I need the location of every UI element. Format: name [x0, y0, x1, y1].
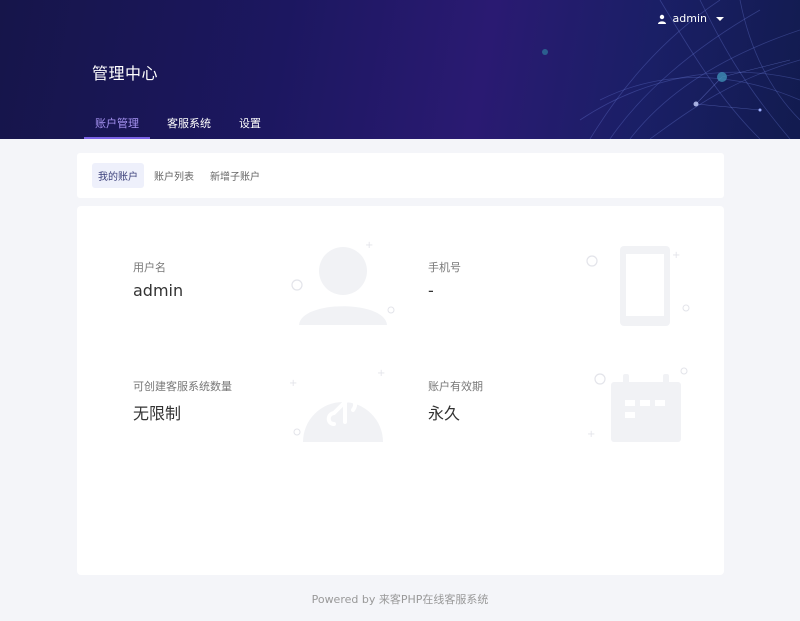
- person-icon: [657, 14, 666, 24]
- nav-tab-service-system[interactable]: 客服系统: [156, 106, 222, 139]
- phone-label: 手机号: [428, 261, 461, 274]
- svg-text:+: +: [377, 368, 385, 379]
- main-nav: 账户管理 客服系统 设置: [84, 106, 278, 139]
- footer-powered-by: Powered by 来客PHP在线客服系统: [311, 593, 489, 606]
- expiry-block: 账户有效期 永久: [428, 378, 483, 424]
- mini-program-icon: + +: [289, 368, 385, 442]
- subtab-add-sub-account[interactable]: 新增子账户: [204, 163, 266, 188]
- phone-value: -: [428, 281, 434, 300]
- expiry-value: 永久: [428, 404, 461, 423]
- nav-tab-settings[interactable]: 设置: [228, 106, 272, 139]
- svg-text:+: +: [289, 378, 297, 389]
- user-menu[interactable]: admin: [657, 12, 724, 25]
- subtab-bar: 我的账户 账户列表 新增子账户: [77, 153, 724, 198]
- user-icon: +: [291, 240, 395, 325]
- quota-label: 可创建客服系统数量: [133, 380, 232, 393]
- phone-block: 手机号 -: [428, 259, 461, 300]
- quota-value: 无限制: [133, 404, 182, 423]
- quota-block: 可创建客服系统数量 无限制: [133, 378, 232, 424]
- account-info-card: 用户名 admin + 手机号 - + 可创建客服系统数量 无限制 + + 账户…: [77, 206, 724, 575]
- svg-text:+: +: [672, 250, 680, 261]
- subtab-account-list[interactable]: 账户列表: [148, 163, 200, 188]
- header-banner: admin 管理中心 账户管理 客服系统 设置: [0, 0, 800, 139]
- subtab-my-account[interactable]: 我的账户: [92, 163, 144, 188]
- username-block: 用户名 admin: [133, 259, 183, 300]
- expiry-label: 账户有效期: [428, 380, 483, 393]
- svg-text:+: +: [365, 240, 373, 251]
- calendar-icon: +: [587, 367, 688, 442]
- chevron-down-icon: [716, 16, 724, 21]
- username-label: 用户名: [133, 261, 166, 274]
- svg-text:+: +: [587, 429, 595, 440]
- mobile-phone-icon: +: [586, 246, 690, 326]
- page-title: 管理中心: [92, 64, 159, 83]
- nav-tab-account-management[interactable]: 账户管理: [84, 106, 150, 139]
- username-value: admin: [133, 281, 184, 300]
- user-menu-name: admin: [672, 12, 707, 25]
